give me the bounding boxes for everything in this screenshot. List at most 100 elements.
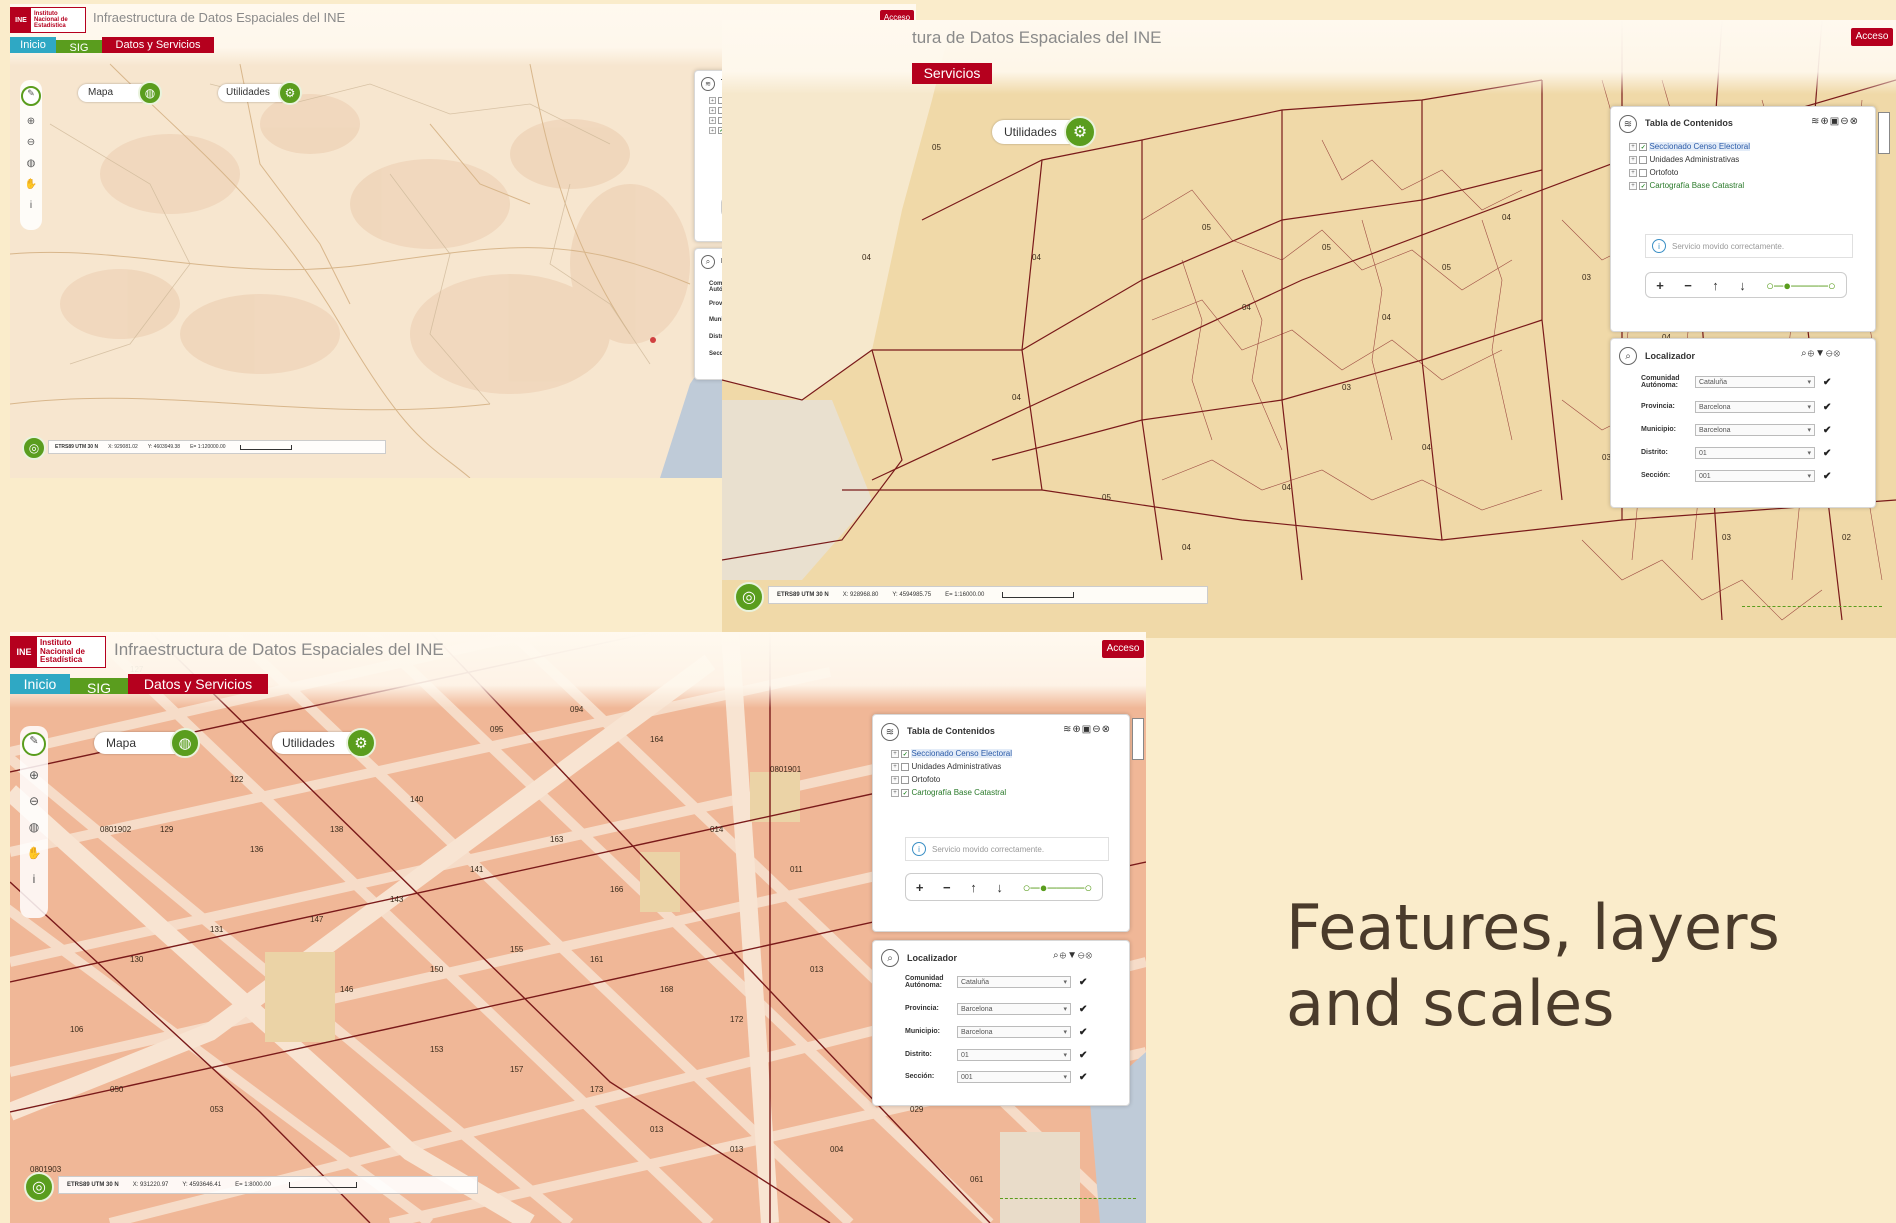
status-bar: ETRS89 UTM 30 N X: 931220.97 Y: 4593646.… xyxy=(58,1176,478,1194)
zoom-slider[interactable] xyxy=(1000,1198,1136,1199)
select-provincia[interactable]: Barcelona▾ xyxy=(957,1003,1071,1015)
layers-icon: ≋ xyxy=(881,723,899,741)
checkbox[interactable] xyxy=(901,775,910,784)
select-municipio[interactable]: Barcelona▾ xyxy=(957,1026,1071,1038)
checkbox[interactable]: ✓ xyxy=(901,749,910,758)
toc-layer-unidades[interactable]: + Unidades Administrativas xyxy=(891,762,1001,771)
pan-hand-icon[interactable]: ✋ xyxy=(25,179,37,190)
nav-inicio[interactable]: Inicio xyxy=(10,674,70,694)
select-seccion[interactable]: 001▾ xyxy=(1695,470,1815,482)
globe-button-icon[interactable]: ◍ xyxy=(170,728,200,758)
locate-icon[interactable]: ◎ xyxy=(22,436,46,460)
layer-down-button[interactable]: ↓ xyxy=(1739,278,1746,293)
layer-up-button[interactable]: ↑ xyxy=(1712,278,1719,293)
info-icon[interactable]: i xyxy=(30,200,32,211)
locate-icon[interactable]: ◎ xyxy=(24,1172,54,1202)
checkbox[interactable]: ✓ xyxy=(1639,181,1648,190)
select-provincia[interactable]: Barcelona▾ xyxy=(1695,401,1815,413)
toc-layer-seccionado[interactable]: + ✓ Seccionado Censo Electoral xyxy=(891,749,1012,758)
layer-remove-button[interactable]: − xyxy=(943,880,951,895)
confirm-icon[interactable]: ✔ xyxy=(1079,1050,1087,1061)
field-comunidad: Comunidad Autónoma:Cataluña▾✔ xyxy=(1641,375,1832,390)
checkbox[interactable] xyxy=(1639,155,1648,164)
toc-layer-catastral[interactable]: + ✓ Cartografía Base Catastral xyxy=(891,788,1006,797)
checkbox[interactable]: ✓ xyxy=(901,788,910,797)
locate-icon[interactable]: ◎ xyxy=(734,582,764,612)
locator-tools-icons[interactable]: ⌕⊕▼⊖⊗ xyxy=(1053,950,1093,961)
zoom-in-icon[interactable]: ⊕ xyxy=(27,116,35,127)
select-comunidad[interactable]: Cataluña▾ xyxy=(957,976,1071,989)
info-icon[interactable]: i xyxy=(33,872,36,886)
gear-icon[interactable]: ⚙ xyxy=(346,728,376,758)
gear-icon[interactable]: ⚙ xyxy=(278,81,302,105)
opacity-slider[interactable]: ○─●────○ xyxy=(1766,278,1836,293)
panel-side-buttons[interactable] xyxy=(1132,718,1144,760)
pan-hand-icon[interactable]: ✋ xyxy=(27,846,42,860)
globe-icon[interactable]: ◍ xyxy=(27,158,36,169)
layer-add-button[interactable]: + xyxy=(916,880,924,895)
zoom-in-icon[interactable]: ⊕ xyxy=(29,768,39,782)
nav-sig[interactable]: SIG xyxy=(70,678,128,696)
wrench-icon[interactable]: ✎ xyxy=(22,732,46,756)
svg-text:143: 143 xyxy=(390,895,404,904)
confirm-icon[interactable]: ✔ xyxy=(1079,1072,1087,1083)
toc-layer-catastral[interactable]: + ✓ Cartografía Base Catastral xyxy=(1629,181,1744,190)
ine-logo[interactable]: INE Instituto Nacional de Estadística xyxy=(10,636,106,668)
ine-logo[interactable]: INE Instituto Nacional de Estadística xyxy=(10,7,86,33)
svg-text:05: 05 xyxy=(1102,493,1111,502)
toc-message: iServicio movido correctamente. xyxy=(1645,234,1853,258)
x-coordinate: X: 928968.80 xyxy=(842,592,879,598)
login-button[interactable]: Acceso xyxy=(1851,28,1893,46)
toc-layer-unidades[interactable]: + Unidades Administrativas xyxy=(1629,155,1739,164)
confirm-icon[interactable]: ✔ xyxy=(1079,1027,1087,1038)
nav-inicio[interactable]: Inicio xyxy=(10,37,56,53)
confirm-icon[interactable]: ✔ xyxy=(1079,977,1087,988)
globe-icon[interactable]: ◍ xyxy=(29,820,39,834)
checkbox[interactable] xyxy=(901,762,910,771)
layer-add-button[interactable]: + xyxy=(1656,278,1664,293)
field-municipio: Municipio:Barcelona▾✔ xyxy=(1641,424,1832,436)
wrench-icon[interactable]: ✎ xyxy=(21,86,41,106)
svg-text:053: 053 xyxy=(210,1105,224,1114)
nav-datos[interactable]: Datos y Servicios xyxy=(102,37,214,53)
confirm-icon[interactable]: ✔ xyxy=(1079,1004,1087,1015)
nav-sig[interactable]: SIG xyxy=(56,40,102,54)
zoom-out-icon[interactable]: ⊖ xyxy=(29,794,39,808)
opacity-slider[interactable]: ○─●────○ xyxy=(1023,880,1093,895)
confirm-icon[interactable]: ✔ xyxy=(1823,448,1831,459)
toc-tools-icons[interactable]: ≋⊕▣⊖⊗ xyxy=(1811,116,1859,127)
confirm-icon[interactable]: ✔ xyxy=(1823,425,1831,436)
toc-layer-ortofoto[interactable]: + Ortofoto xyxy=(891,775,940,784)
select-comunidad[interactable]: Cataluña▾ xyxy=(1695,376,1815,389)
checkbox[interactable] xyxy=(1639,168,1648,177)
search-icon: ⌕ xyxy=(1619,347,1637,365)
layer-up-button[interactable]: ↑ xyxy=(970,880,977,895)
utilidades-label: Utilidades xyxy=(282,736,335,750)
select-seccion[interactable]: 001▾ xyxy=(957,1071,1071,1083)
gear-icon[interactable]: ⚙ xyxy=(1064,116,1096,148)
globe-button-icon[interactable]: ◍ xyxy=(138,81,162,105)
zoom-out-icon[interactable]: ⊖ xyxy=(27,137,35,148)
login-button[interactable]: Acceso xyxy=(1102,640,1144,658)
toc-tools-icons[interactable]: ≋⊕▣⊖⊗ xyxy=(1063,724,1111,735)
layer-down-button[interactable]: ↓ xyxy=(996,880,1003,895)
layer-remove-button[interactable]: − xyxy=(1684,278,1692,293)
confirm-icon[interactable]: ✔ xyxy=(1823,471,1831,482)
header-title: Infraestructura de Datos Espaciales del … xyxy=(114,640,444,659)
select-distrito[interactable]: 01▾ xyxy=(957,1049,1071,1061)
select-municipio[interactable]: Barcelona▾ xyxy=(1695,424,1815,436)
toc-layer-ortofoto[interactable]: + Ortofoto xyxy=(1629,168,1678,177)
panel-side-buttons[interactable] xyxy=(1878,112,1890,154)
y-coordinate: Y: 4594985.75 xyxy=(892,592,932,598)
select-distrito[interactable]: 01▾ xyxy=(1695,447,1815,459)
zoom-slider[interactable] xyxy=(1742,606,1882,607)
toc-layer-seccionado[interactable]: + ✓ Seccionado Censo Electoral xyxy=(1629,142,1750,151)
confirm-icon[interactable]: ✔ xyxy=(1823,377,1831,388)
confirm-icon[interactable]: ✔ xyxy=(1823,402,1831,413)
nav-datos[interactable]: Datos y Servicios xyxy=(128,674,268,694)
checkbox[interactable]: ✓ xyxy=(1639,142,1648,151)
svg-text:130: 130 xyxy=(130,955,144,964)
locator-tools-icons[interactable]: ⌕⊕▼⊖⊗ xyxy=(1801,348,1841,359)
svg-text:04: 04 xyxy=(1382,313,1391,322)
nav-datos[interactable]: Servicios xyxy=(912,63,992,84)
